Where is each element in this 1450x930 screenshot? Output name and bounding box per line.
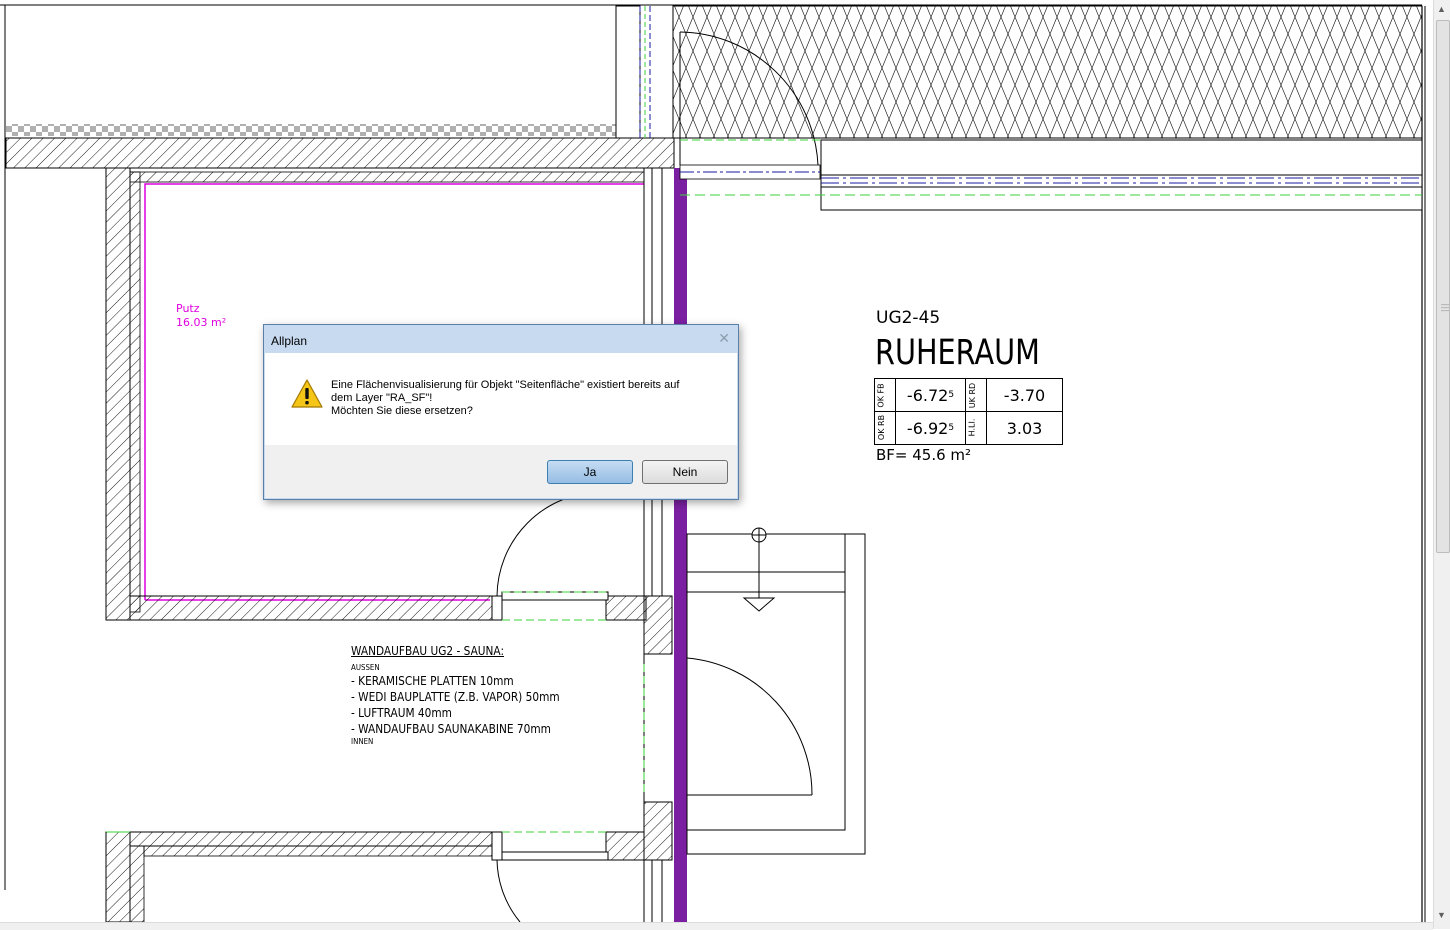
message-line: Möchten Sie diese ersetzen? xyxy=(331,405,473,417)
notes-line: - WEDI BAUPLATTE (Z.B. VAPOR) 50mm xyxy=(351,690,560,704)
notes-inside: INNEN xyxy=(351,737,374,746)
h-li-value: 3.03 xyxy=(1006,418,1043,438)
scroll-thumb[interactable]: — — — xyxy=(1436,20,1450,553)
uk-rd-label: UK RD xyxy=(968,382,978,409)
no-button[interactable]: Nein xyxy=(642,460,728,484)
notes-line: - WANDAUFBAU SAUNAKABINE 70mm xyxy=(351,722,551,736)
notes-line: - LUFTRAUM 40mm xyxy=(351,706,452,720)
dialog-message: Eine Flächenvisualisierung für Objekt "S… xyxy=(331,379,721,418)
wall-room-bottom xyxy=(129,595,493,621)
h-li-label: H.LI. xyxy=(967,418,977,437)
message-line: dem Layer "RA_SF"! xyxy=(331,392,433,404)
scroll-down-icon[interactable]: ▼ xyxy=(1437,910,1446,920)
notes-heading: WANDAUFBAU UG2 - SAUNA: xyxy=(351,644,505,658)
close-icon[interactable]: ✕ xyxy=(718,330,730,347)
dialog-footer: Ja Nein xyxy=(265,445,737,498)
scroll-up-icon[interactable]: ▲ xyxy=(1437,4,1446,14)
ok-rb-value: -6.92 5 xyxy=(906,418,955,438)
base-area-label: BF= 45.6 m² xyxy=(876,446,972,464)
allplan-dialog: Allplan ✕ Eine Flächenvisualisierung für… xyxy=(263,324,739,500)
purple-wall xyxy=(674,168,687,922)
ok-fb-value: -6.72 5 xyxy=(906,385,955,405)
message-line: Eine Flächenvisualisierung für Objekt "S… xyxy=(331,379,680,391)
putz-area: 16.03 m² xyxy=(176,316,227,329)
dialog-body: Eine Flächenvisualisierung für Objekt "S… xyxy=(265,353,737,445)
yes-button[interactable]: Ja xyxy=(547,460,633,484)
checker-strip xyxy=(6,124,616,136)
room-id: UG2-45 xyxy=(876,308,941,328)
putz-annotation: Putz 16.03 m² xyxy=(176,302,226,330)
vertical-scrollbar[interactable]: ▲ — — — ▼ xyxy=(1433,0,1450,929)
uk-rd-value: -3.70 xyxy=(1003,385,1046,405)
ok-fb-label: OK FB xyxy=(876,383,886,408)
notes-line: - KERAMISCHE PLATTEN 10mm xyxy=(351,674,514,688)
wall-left xyxy=(105,167,131,621)
wall-top xyxy=(5,137,675,169)
level-table: OK FB OK RB UK RD H.LI. -6.72 5 -6.92 5 -3… xyxy=(874,378,1063,445)
dialog-title: Allplan xyxy=(271,334,308,348)
grip-icon: — — — xyxy=(1441,300,1449,315)
ok-rb-label: OK RB xyxy=(877,414,887,441)
insulation-zone xyxy=(672,5,1423,139)
room-name: RUHERAUM xyxy=(875,333,1040,373)
warning-icon xyxy=(291,379,323,413)
bench-frame xyxy=(686,533,866,855)
notes-outside: AUSSEN xyxy=(351,663,380,672)
putz-label: Putz xyxy=(176,302,200,315)
wall-notes: WANDAUFBAU UG2 - SAUNA: AUSSEN - KERAMIS… xyxy=(351,643,560,747)
